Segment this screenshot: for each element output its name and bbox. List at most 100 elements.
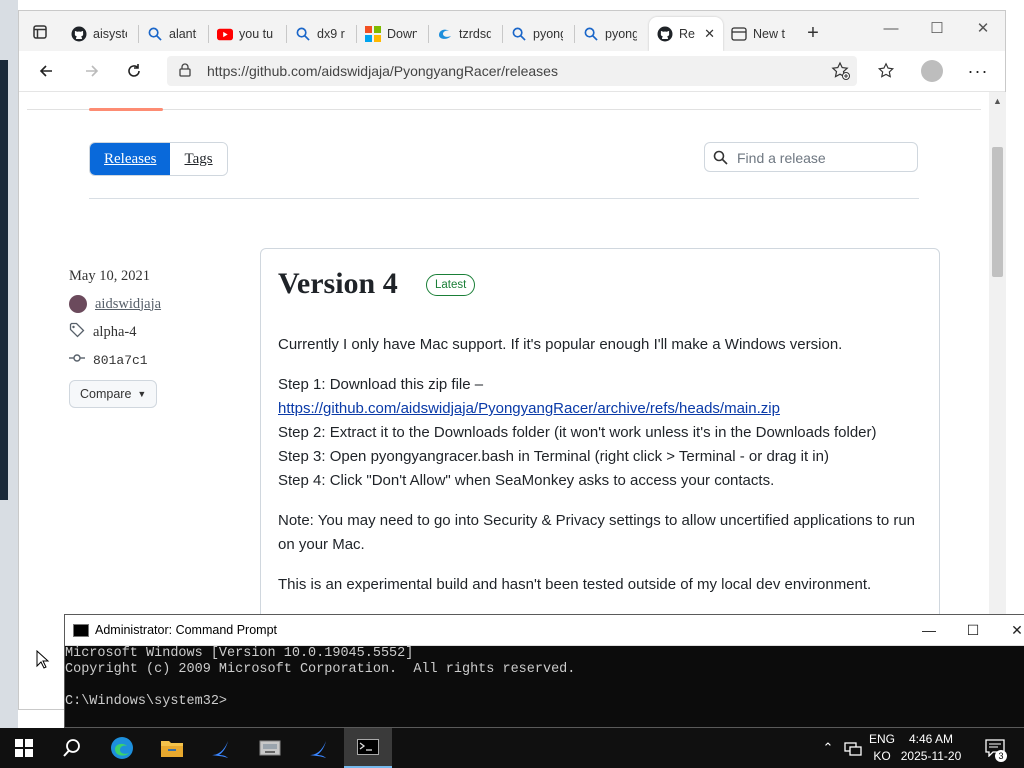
browser-tab-label: you tu (239, 27, 274, 41)
close-tab-icon[interactable]: ✕ (704, 26, 715, 42)
search-button[interactable] (48, 728, 96, 768)
more-dots-icon: ··· (967, 61, 989, 81)
author-avatar[interactable] (69, 295, 87, 313)
profile-button[interactable] (917, 57, 947, 85)
tag-link[interactable]: alpha-4 (93, 324, 136, 341)
edge-icon (111, 737, 133, 759)
start-button[interactable] (0, 728, 48, 768)
search-icon (583, 26, 599, 42)
terminal-icon (357, 739, 379, 755)
command-prompt-window[interactable]: Administrator: Command Prompt — ☐ ✕ Micr… (64, 614, 1024, 728)
tray-overflow-button[interactable]: ⌃ (818, 728, 838, 768)
app-swirl-icon (310, 741, 326, 758)
browser-window: aisyste alantu you tu dx9 re Downl tzrdsd pyon… (18, 10, 1006, 710)
compare-dropdown[interactable]: Compare ▼ (69, 380, 158, 408)
taskbar-command-prompt[interactable] (344, 728, 392, 768)
browser-tab-label: aisyste (93, 27, 127, 41)
cmd-minimize-button[interactable]: — (909, 619, 949, 641)
address-bar[interactable]: https://github.com/aidswidjaja/Pyongyang… (167, 56, 857, 86)
browser-tab[interactable]: pyong (503, 17, 571, 51)
forward-arrow-icon (86, 65, 99, 77)
download-zip-link[interactable]: https://github.com/aidswidjaja/Pyongyang… (278, 400, 780, 417)
chevron-up-icon: ⌃ (822, 740, 834, 755)
commit-icon (69, 350, 85, 371)
browser-tab[interactable]: tzrdsd (429, 17, 499, 51)
browser-tab-label: Downl (387, 27, 417, 41)
tab-actions-button[interactable] (27, 19, 53, 45)
browser-tab[interactable]: you tu (209, 17, 283, 51)
caret-down-icon: ▼ (137, 389, 147, 399)
input-language-indicator[interactable]: ENG KO (866, 731, 898, 765)
desktop-background (0, 0, 18, 728)
minimize-button[interactable]: — (871, 17, 911, 41)
app-disk-icon (259, 740, 281, 756)
clock-time: 4:46 AM (908, 732, 954, 746)
url-text[interactable]: https://github.com/aidswidjaja/Pyongyang… (207, 63, 558, 79)
search-icon (295, 26, 311, 42)
cmd-output[interactable]: Microsoft Windows [Version 10.0.19045.55… (65, 646, 575, 710)
cmd-line: Copyright (c) 2009 Microsoft Corporation… (65, 662, 576, 677)
release-paragraph: Currently I only have Mac support. If it… (278, 336, 843, 353)
search-icon (713, 150, 728, 168)
clock[interactable]: 4:46 AM 2025-11-20 (896, 731, 966, 765)
release-date: May 10, 2021 (69, 267, 150, 284)
scroll-up-icon[interactable]: ▲ (993, 96, 1002, 106)
taskbar: ⌃ ENG KO 4:46 AM 2025-11-20 3 (0, 728, 1024, 768)
scroll-thumb[interactable] (992, 147, 1003, 277)
github-icon (71, 26, 87, 42)
cmd-close-button[interactable]: ✕ (997, 619, 1024, 641)
browser-tab[interactable]: alantu (139, 17, 205, 51)
taskbar-app-3[interactable] (294, 728, 342, 768)
github-icon (657, 26, 673, 42)
browser-tab[interactable]: Downl (357, 17, 425, 51)
back-button[interactable] (31, 57, 61, 85)
action-center-button[interactable]: 3 (980, 728, 1010, 768)
browser-tab[interactable]: Re ✕ (649, 17, 723, 51)
search-icon (147, 26, 163, 42)
add-favorite-icon[interactable] (831, 61, 851, 84)
taskbar-app-2[interactable] (246, 728, 294, 768)
cmd-icon (73, 624, 89, 637)
refresh-icon (128, 64, 140, 77)
browser-tab-label: dx9 re (317, 27, 345, 41)
tab-releases[interactable]: Releases (90, 143, 171, 175)
taskbar-edge[interactable] (98, 728, 146, 768)
experimental-note: This is an experimental build and hasn't… (278, 576, 872, 593)
lang-top: ENG (868, 732, 895, 746)
find-release-input[interactable]: Find a release (704, 142, 918, 172)
step-3: Step 3: Open pyongyangracer.bash in Term… (278, 448, 829, 465)
youtube-icon (217, 26, 233, 42)
cmd-title-bar[interactable]: Administrator: Command Prompt — ☐ ✕ (65, 615, 1024, 646)
taskbar-file-explorer[interactable] (148, 728, 196, 768)
network-icon (844, 742, 862, 756)
tab-tags[interactable]: Tags (170, 143, 227, 175)
maximize-button[interactable]: ☐ (917, 17, 957, 41)
browser-tab-label: tzrdsd (459, 27, 491, 41)
release-title[interactable]: Version 4 (278, 267, 398, 301)
cmd-maximize-button[interactable]: ☐ (953, 619, 993, 641)
close-window-button[interactable]: ✕ (963, 17, 1003, 41)
clock-date: 2025-11-20 (900, 749, 962, 763)
browser-tab[interactable]: pyong (575, 17, 645, 51)
tag-icon (69, 322, 85, 343)
tab-actions-icon (33, 25, 47, 39)
cmd-title: Administrator: Command Prompt (95, 623, 278, 637)
active-nav-underline (89, 108, 163, 111)
forward-button[interactable] (77, 57, 107, 85)
author-link[interactable]: aidswidjaja (95, 296, 161, 313)
new-tab-button[interactable]: + (803, 23, 823, 43)
commit-link[interactable]: 801a7c1 (93, 353, 148, 368)
lock-icon[interactable] (179, 63, 191, 80)
browser-tab[interactable]: New t (723, 17, 797, 51)
browser-tab[interactable]: dx9 re (287, 17, 353, 51)
settings-more-button[interactable]: ··· (963, 57, 993, 85)
nav-divider (27, 109, 981, 110)
network-button[interactable] (842, 728, 864, 768)
browser-tab[interactable]: aisyste (63, 17, 135, 51)
cmd-prompt-line[interactable]: C:\Windows\system32> (65, 694, 227, 709)
taskbar-app-1[interactable] (196, 728, 244, 768)
back-arrow-icon (39, 65, 52, 77)
favorites-button[interactable] (871, 57, 901, 85)
refresh-button[interactable] (119, 57, 149, 85)
tab-bar: aisyste alantu you tu dx9 re Downl tzrdsd pyon… (19, 11, 1005, 51)
